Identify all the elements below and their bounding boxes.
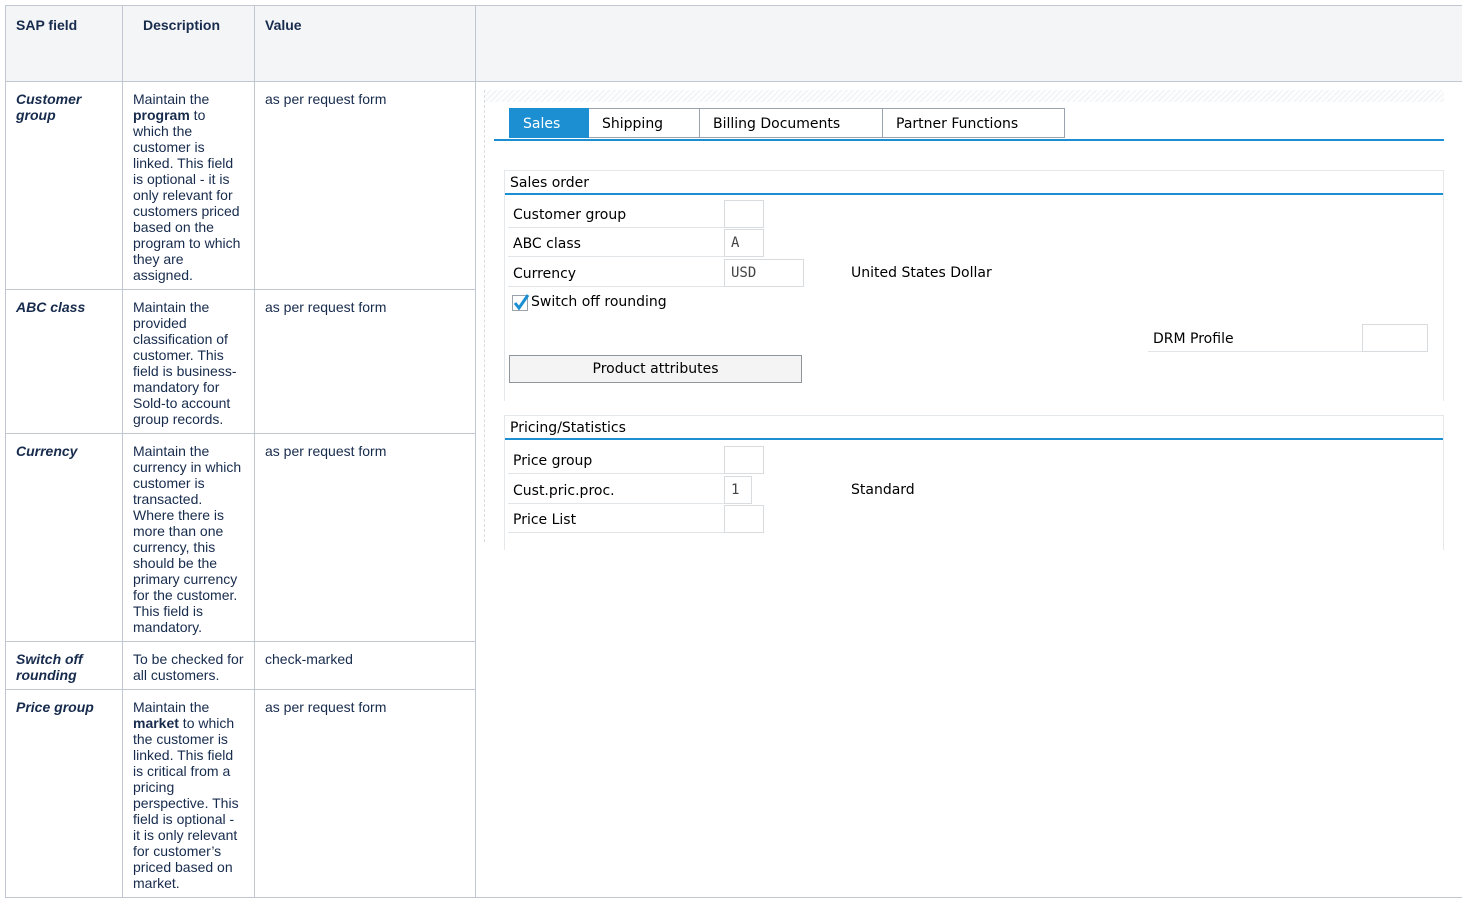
- customer-group-input[interactable]: [724, 200, 764, 228]
- cust-pric-proc-input[interactable]: 1: [724, 476, 752, 504]
- cust-pric-proc-description: Standard: [851, 476, 915, 504]
- field-name: Switch off rounding: [6, 642, 123, 690]
- title-stripe: [484, 90, 1444, 102]
- price-list-input[interactable]: [724, 505, 764, 533]
- tab-strip: Sales Shipping Billing Documents Partner…: [509, 108, 1065, 140]
- header-sap-field: SAP field: [6, 6, 123, 82]
- price-group-label: Price group: [508, 446, 724, 474]
- abc-class-input[interactable]: A: [724, 229, 764, 257]
- product-attributes-button[interactable]: Product attributes: [509, 355, 802, 383]
- field-description: Maintain the program to which the custom…: [123, 82, 255, 290]
- sap-screenshot: Sales Shipping Billing Documents Partner…: [476, 82, 1462, 898]
- tab-sales[interactable]: Sales: [509, 108, 589, 138]
- switch-off-rounding-label: Switch off rounding: [531, 288, 667, 316]
- field-name: ABC class: [6, 290, 123, 434]
- header-screenshot: [476, 6, 1462, 82]
- field-value: as per request form: [255, 290, 476, 434]
- currency-input[interactable]: USD: [724, 259, 804, 287]
- field-description: Maintain the provided classification of …: [123, 290, 255, 434]
- switch-off-rounding-checkbox[interactable]: [512, 295, 528, 311]
- field-description: Maintain the market to which the custome…: [123, 690, 255, 898]
- field-value: as per request form: [255, 690, 476, 898]
- tab-underline: [494, 139, 1444, 141]
- header-description: Description: [123, 6, 255, 82]
- tab-shipping[interactable]: Shipping: [589, 108, 700, 138]
- field-description: Maintain the currency in which customer …: [123, 434, 255, 642]
- cust-pric-proc-label: Cust.pric.proc.: [508, 476, 724, 504]
- customer-group-label: Customer group: [508, 200, 724, 228]
- field-name: Currency: [6, 434, 123, 642]
- group-title: Pricing/Statistics: [505, 416, 1443, 440]
- checkmark-icon: [512, 293, 530, 311]
- price-group-input[interactable]: [724, 446, 764, 474]
- sap-sales-area-screen: Sales Shipping Billing Documents Partner…: [484, 90, 1448, 550]
- drm-profile-input[interactable]: [1362, 324, 1428, 352]
- group-title: Sales order: [505, 171, 1443, 195]
- field-name: Price group: [6, 690, 123, 898]
- tab-partner-functions[interactable]: Partner Functions: [883, 108, 1065, 138]
- table-header-row: SAP field Description Value: [6, 6, 1462, 82]
- tab-billing-documents[interactable]: Billing Documents: [700, 108, 883, 138]
- field-table: SAP field Description Value Customer gro…: [5, 5, 1462, 898]
- field-value: as per request form: [255, 82, 476, 290]
- price-list-label: Price List: [508, 505, 724, 533]
- field-value: check-marked: [255, 642, 476, 690]
- field-description: To be checked for all customers.: [123, 642, 255, 690]
- field-value: as per request form: [255, 434, 476, 642]
- header-value: Value: [255, 6, 476, 82]
- drm-profile-label: DRM Profile: [1148, 324, 1362, 352]
- currency-label: Currency: [508, 259, 724, 287]
- field-name: Customer group: [6, 82, 123, 290]
- table-row: Customer group Maintain the program to w…: [6, 82, 1462, 290]
- currency-description: United States Dollar: [851, 259, 992, 287]
- abc-class-label: ABC class: [508, 229, 724, 257]
